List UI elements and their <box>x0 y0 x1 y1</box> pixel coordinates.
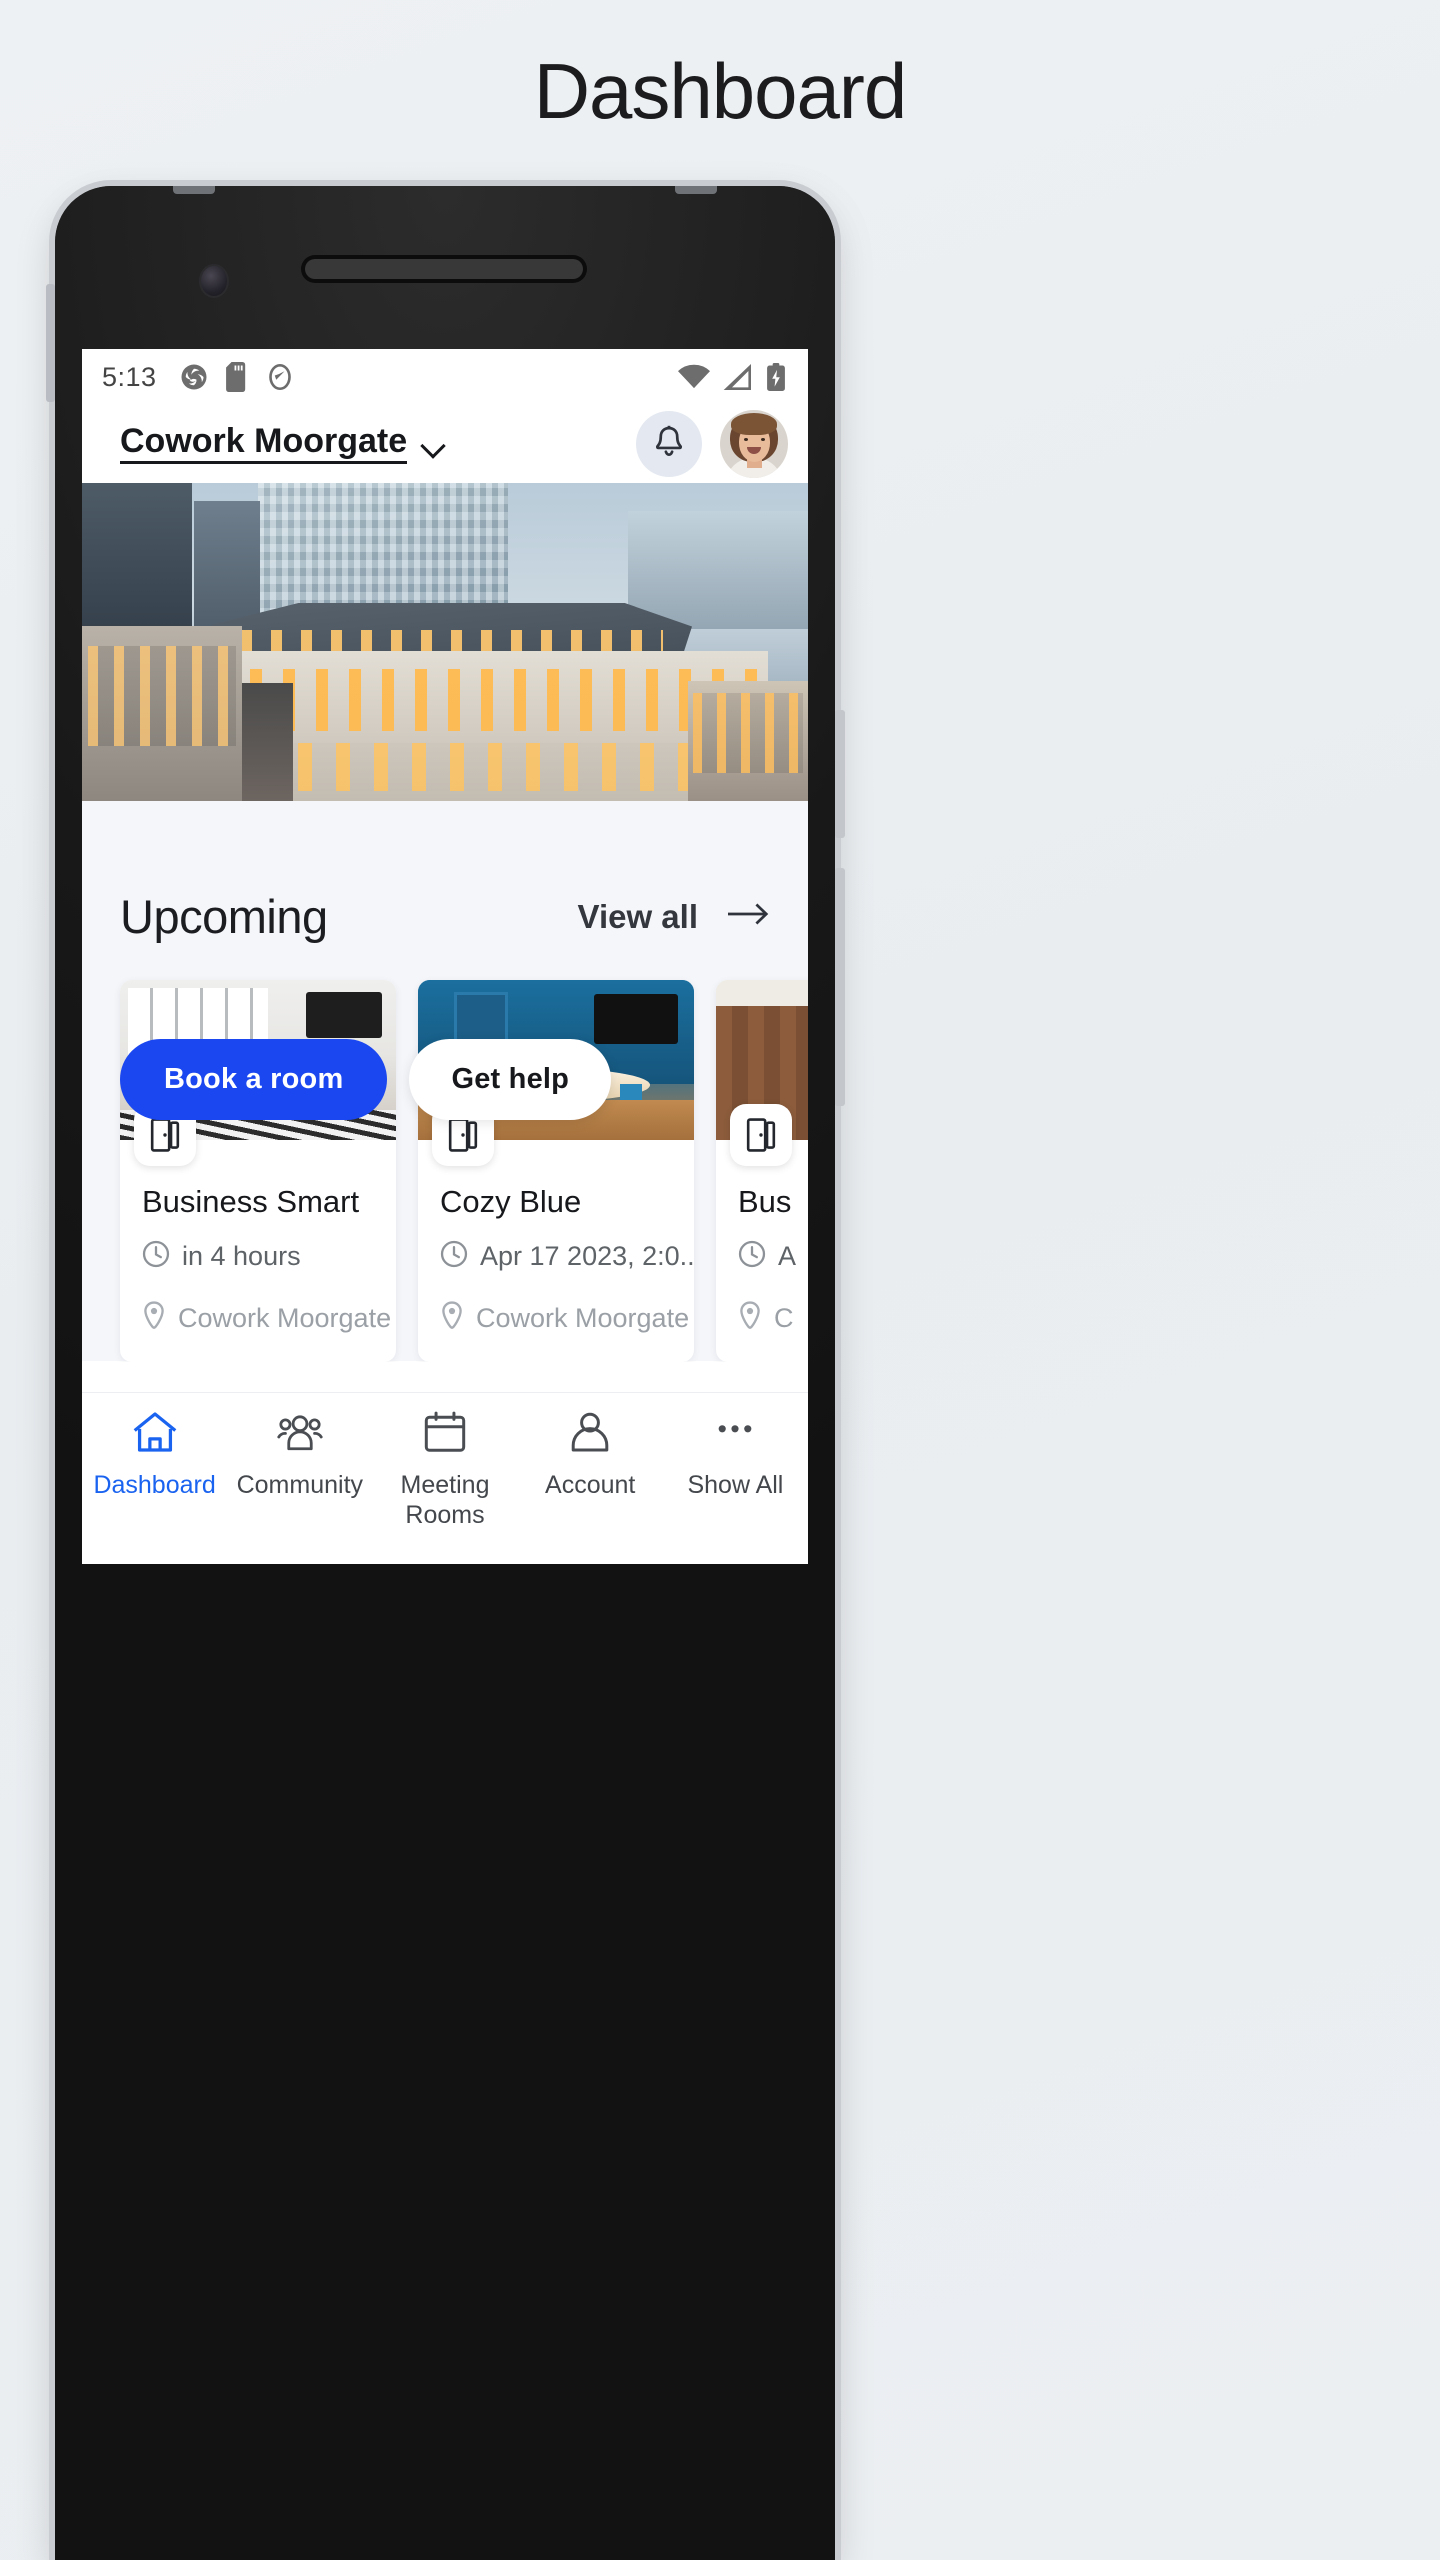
cellular-signal-icon <box>723 364 753 390</box>
card-location-label: Cowork Moorgate <box>178 1303 392 1333</box>
front-camera <box>199 264 229 298</box>
bell-icon <box>652 424 686 465</box>
book-a-room-button[interactable]: Book a room <box>120 1039 388 1120</box>
list-item[interactable]: Business Smart in 4 hours Cowork Moorgat… <box>120 980 396 1362</box>
sync-icon <box>265 362 295 392</box>
nav-label-meeting-rooms: Meeting Rooms <box>400 1471 490 1529</box>
card-location-label: C <box>774 1303 794 1333</box>
card-time: in 4 hours <box>142 1240 374 1273</box>
battery-charging-icon <box>766 363 786 391</box>
hero-image <box>82 483 808 801</box>
location-selector[interactable]: Cowork Moorgate <box>120 423 447 465</box>
nav-label-show-all: Show All <box>687 1471 784 1499</box>
card-time: Apr 17 2023, 2:0... <box>440 1240 694 1273</box>
ellipsis-icon <box>712 1411 758 1458</box>
view-all-button[interactable]: View all <box>578 898 698 936</box>
card-time-label: in 4 hours <box>182 1241 301 1271</box>
arrow-right-icon[interactable] <box>728 901 770 932</box>
upcoming-cards[interactable]: Business Smart in 4 hours Cowork Moorgat… <box>82 944 808 1362</box>
side-button-secondary[interactable] <box>835 868 845 1106</box>
wifi-icon <box>678 364 710 390</box>
nav-label-account: Account <box>545 1471 636 1499</box>
list-item[interactable]: Bus A C <box>716 980 808 1362</box>
section-title: Upcoming <box>120 890 328 943</box>
bottom-navigation: Dashboard Community Meeting Rooms Accoun… <box>82 1392 808 1564</box>
clock-icon <box>738 1240 766 1273</box>
location-pin-icon <box>738 1301 762 1336</box>
notifications-button[interactable] <box>636 411 702 477</box>
location-pin-icon <box>142 1301 166 1336</box>
nav-item-community[interactable]: Community <box>227 1411 372 1501</box>
card-location: Cowork Moorgate <box>142 1301 391 1336</box>
card-title: Cozy Blue <box>440 1184 582 1219</box>
person-icon <box>568 1411 612 1458</box>
card-time-label: A <box>778 1241 797 1271</box>
status-left-icons <box>179 362 295 392</box>
phone-mockup: 5:13 Cowork Moorgate Upcoming View all B… <box>46 186 845 2560</box>
people-icon <box>277 1411 323 1458</box>
status-bar: 5:13 <box>82 349 808 405</box>
card-title: Business Smart <box>142 1184 360 1219</box>
nav-label-community: Community <box>236 1471 364 1499</box>
get-help-button[interactable]: Get help <box>409 1039 612 1120</box>
phone-screen: 5:13 Cowork Moorgate Upcoming View all B… <box>82 349 808 1564</box>
card-location: Cowork Moorgate <box>440 1301 689 1336</box>
location-pin-icon <box>440 1301 464 1336</box>
nav-item-dashboard[interactable]: Dashboard <box>82 1411 227 1501</box>
card-time: A <box>738 1240 808 1273</box>
earpiece-speaker <box>305 259 583 279</box>
calendar-icon <box>423 1411 467 1458</box>
chevron-down-icon <box>421 433 447 459</box>
bezel-nub-left <box>173 186 215 194</box>
volume-button[interactable] <box>46 284 55 402</box>
status-time: 5:13 <box>102 361 157 392</box>
power-button[interactable] <box>835 710 845 838</box>
bezel-nub-right <box>675 186 717 194</box>
nav-label-dashboard: Dashboard <box>93 1471 216 1499</box>
location-name: Cowork Moorgate <box>120 423 408 465</box>
card-title: Bus <box>738 1184 792 1219</box>
card-time-label: Apr 17 2023, 2:0... <box>480 1241 694 1271</box>
app-logo-icon <box>179 362 209 392</box>
nav-item-show-all[interactable]: Show All <box>663 1411 808 1501</box>
list-item[interactable]: Cozy Blue Apr 17 2023, 2:0... Cowork Moo… <box>418 980 694 1362</box>
home-icon <box>132 1411 178 1458</box>
avatar[interactable] <box>720 410 788 478</box>
app-header: Cowork Moorgate <box>82 405 808 483</box>
card-location: C <box>738 1301 808 1336</box>
sd-card-icon <box>225 362 249 392</box>
clock-icon <box>142 1240 170 1273</box>
nav-item-meeting-rooms[interactable]: Meeting Rooms <box>372 1411 517 1530</box>
cta-row: Book a room Get help <box>82 1039 808 1120</box>
page-title: Dashboard <box>533 47 908 135</box>
nav-item-account[interactable]: Account <box>518 1411 663 1501</box>
clock-icon <box>440 1240 468 1273</box>
upcoming-header: Upcoming View all <box>82 801 808 944</box>
status-right-icons <box>678 363 786 391</box>
card-location-label: Cowork Moorgate <box>476 1303 690 1333</box>
